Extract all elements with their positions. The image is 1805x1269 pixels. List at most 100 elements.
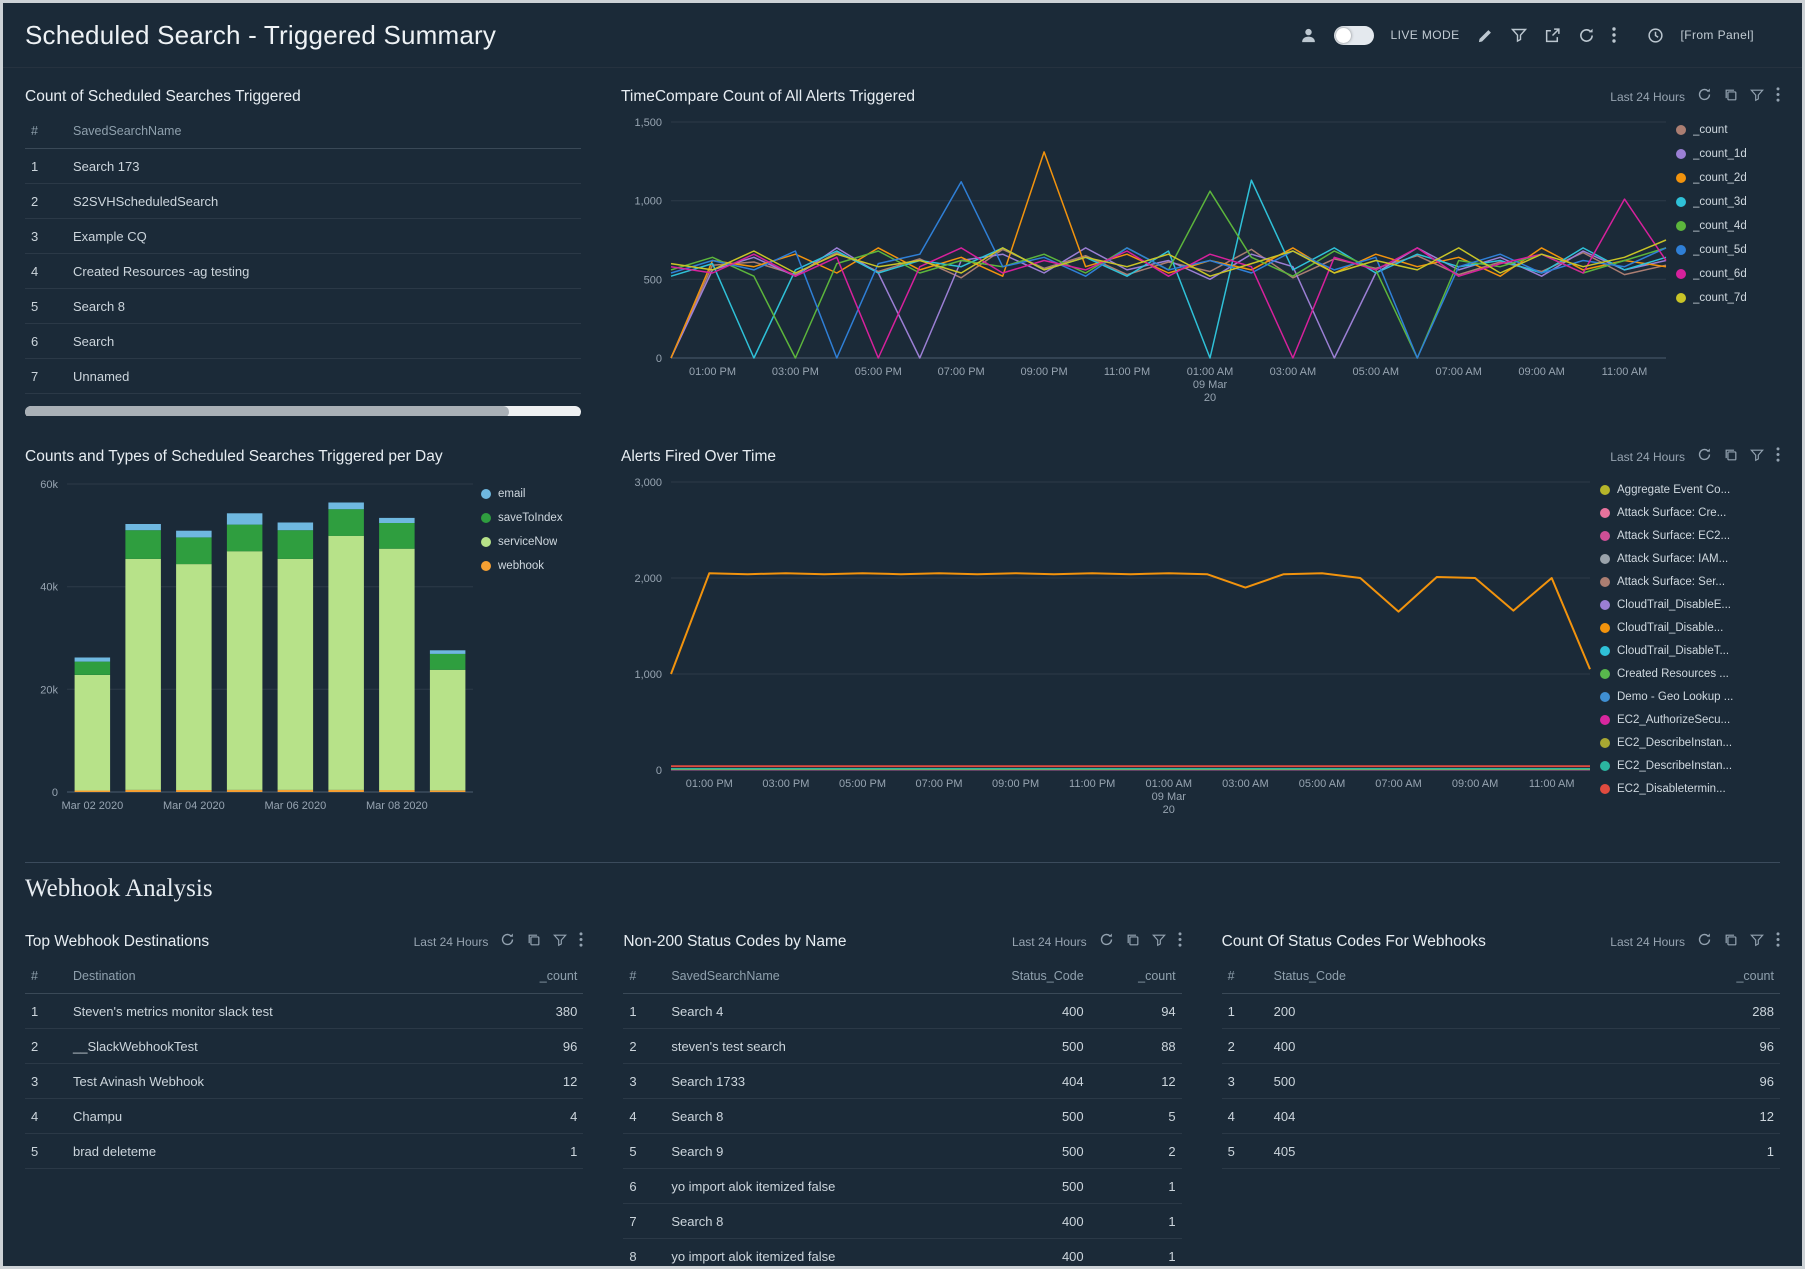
kebab-menu-icon[interactable] (1178, 932, 1182, 947)
filter-icon[interactable] (1750, 933, 1764, 947)
kebab-menu-icon[interactable] (1776, 87, 1780, 102)
filter-icon[interactable] (1511, 27, 1527, 43)
legend-item[interactable]: EC2_DescribeInstan... (1600, 754, 1780, 777)
legend-label: EC2_DescribeInstan... (1617, 737, 1732, 749)
time-range-label[interactable]: Last 24 Hours (1610, 450, 1685, 464)
user-icon[interactable] (1300, 27, 1317, 44)
legend-item[interactable]: _count_6d (1676, 262, 1780, 286)
time-range-label[interactable]: Last 24 Hours (1610, 90, 1685, 104)
legend-item[interactable]: CloudTrail_Disable... (1600, 616, 1780, 639)
share-icon[interactable] (1544, 27, 1561, 44)
legend-item[interactable]: _count (1676, 118, 1780, 142)
scrollbar-thumb[interactable] (25, 406, 509, 416)
table-row[interactable]: 3Search 173340412 (623, 1064, 1181, 1099)
table-row[interactable]: 8yo import alok itemized false4001 (623, 1239, 1181, 1269)
table-row[interactable]: 240096 (1222, 1029, 1780, 1064)
history-clock-icon[interactable] (1647, 27, 1664, 44)
filter-icon[interactable] (553, 933, 567, 947)
table-cell: Steven's metrics monitor slack test (67, 1004, 491, 1019)
legend-swatch-icon (1600, 669, 1610, 679)
time-range-label[interactable]: Last 24 Hours (1610, 935, 1685, 949)
filter-icon[interactable] (1750, 88, 1764, 102)
kebab-menu-icon[interactable] (1612, 27, 1616, 43)
per-day-bar-chart[interactable]: 020k40k60kMar 02 2020Mar 04 2020Mar 06 2… (25, 474, 481, 820)
section-divider (25, 862, 1780, 863)
table-row[interactable]: 4Created Resources -ag testing (25, 254, 581, 289)
table-row[interactable]: 1Search 173 (25, 149, 581, 184)
table-row[interactable]: 6yo import alok itemized false5001 (623, 1169, 1181, 1204)
kebab-menu-icon[interactable] (579, 932, 583, 947)
table-cell: # (25, 969, 67, 983)
legend-item[interactable]: _count_1d (1676, 142, 1780, 166)
table-row[interactable]: 7Search 84001 (623, 1204, 1181, 1239)
kebab-menu-icon[interactable] (1776, 932, 1780, 947)
table-cell: Search 173 (67, 159, 581, 174)
table-cell: Unnamed (67, 369, 581, 384)
legend-item[interactable]: EC2_Disabletermin... (1600, 777, 1780, 800)
legend-item[interactable]: _count_3d (1676, 190, 1780, 214)
filter-icon[interactable] (1152, 933, 1166, 947)
time-range-label[interactable]: Last 24 Hours (1012, 935, 1087, 949)
table-row[interactable]: 1Steven's metrics monitor slack test380 (25, 994, 583, 1029)
legend-item[interactable]: Attack Surface: Cre... (1600, 501, 1780, 524)
table-row[interactable]: 1200288 (1222, 994, 1780, 1029)
refresh-icon[interactable] (1697, 447, 1712, 462)
copy-icon[interactable] (527, 933, 541, 947)
alerts-chart[interactable]: 01,0002,0003,00001:00 PM03:00 PM05:00 PM… (621, 474, 1600, 820)
table-cell: Search 4 (665, 1004, 927, 1019)
legend-item[interactable]: Demo - Geo Lookup ... (1600, 685, 1780, 708)
copy-icon[interactable] (1724, 448, 1738, 462)
kebab-menu-icon[interactable] (1776, 447, 1780, 462)
legend-item[interactable]: Attack Surface: Ser... (1600, 570, 1780, 593)
legend-label: _count_1d (1693, 148, 1747, 160)
legend-item[interactable]: Attack Surface: IAM... (1600, 547, 1780, 570)
alerts-legend: Aggregate Event Co...Attack Surface: Cre… (1600, 474, 1780, 820)
timecompare-chart[interactable]: 05001,0001,50001:00 PM03:00 PM05:00 PM07… (621, 114, 1676, 408)
legend-item[interactable]: Attack Surface: EC2... (1600, 524, 1780, 547)
legend-item[interactable]: Aggregate Event Co... (1600, 478, 1780, 501)
legend-item[interactable]: serviceNow (481, 530, 581, 554)
legend-item[interactable]: _count_2d (1676, 166, 1780, 190)
table-row[interactable]: 1Search 440094 (623, 994, 1181, 1029)
table-row[interactable]: 5brad deleteme1 (25, 1134, 583, 1169)
legend-item[interactable]: CloudTrail_DisableT... (1600, 639, 1780, 662)
horizontal-scrollbar[interactable] (25, 406, 581, 416)
legend-item[interactable]: email (481, 482, 581, 506)
table-row[interactable]: 54051 (1222, 1134, 1780, 1169)
table-row[interactable]: 2S2SVHScheduledSearch (25, 184, 581, 219)
live-mode-toggle[interactable] (1334, 26, 1374, 45)
legend-item[interactable]: EC2_DescribeInstan... (1600, 731, 1780, 754)
legend-item[interactable]: EC2_AuthorizeSecu... (1600, 708, 1780, 731)
table-row[interactable]: 350096 (1222, 1064, 1780, 1099)
table-row[interactable]: 7Unnamed (25, 359, 581, 394)
table-row[interactable]: 3Example CQ (25, 219, 581, 254)
refresh-icon[interactable] (500, 932, 515, 947)
table-row[interactable]: 3Test Avinash Webhook12 (25, 1064, 583, 1099)
table-row[interactable]: 2steven's test search50088 (623, 1029, 1181, 1064)
time-range-label[interactable]: Last 24 Hours (414, 935, 489, 949)
legend-item[interactable]: Created Resources ... (1600, 662, 1780, 685)
legend-item[interactable]: _count_7d (1676, 286, 1780, 310)
table-row[interactable]: 5Search 8 (25, 289, 581, 324)
table-row[interactable]: 4Champu4 (25, 1099, 583, 1134)
table-row[interactable]: 440412 (1222, 1099, 1780, 1134)
legend-item[interactable]: saveToIndex (481, 506, 581, 530)
refresh-icon[interactable] (1578, 27, 1595, 44)
table-row[interactable]: 4Search 85005 (623, 1099, 1181, 1134)
edit-pencil-icon[interactable] (1477, 27, 1494, 44)
refresh-icon[interactable] (1697, 932, 1712, 947)
refresh-icon[interactable] (1697, 87, 1712, 102)
copy-icon[interactable] (1126, 933, 1140, 947)
legend-item[interactable]: CloudTrail_DisableE... (1600, 593, 1780, 616)
legend-item[interactable]: webhook (481, 554, 581, 578)
table-row[interactable]: 2__SlackWebhookTest96 (25, 1029, 583, 1064)
legend-item[interactable]: _count_5d (1676, 238, 1780, 262)
copy-icon[interactable] (1724, 933, 1738, 947)
refresh-icon[interactable] (1099, 932, 1114, 947)
copy-icon[interactable] (1724, 88, 1738, 102)
legend-item[interactable]: _count_4d (1676, 214, 1780, 238)
filter-icon[interactable] (1750, 448, 1764, 462)
from-panel-label: [From Panel] (1681, 28, 1755, 42)
table-row[interactable]: 6Search (25, 324, 581, 359)
table-row[interactable]: 5Search 95002 (623, 1134, 1181, 1169)
